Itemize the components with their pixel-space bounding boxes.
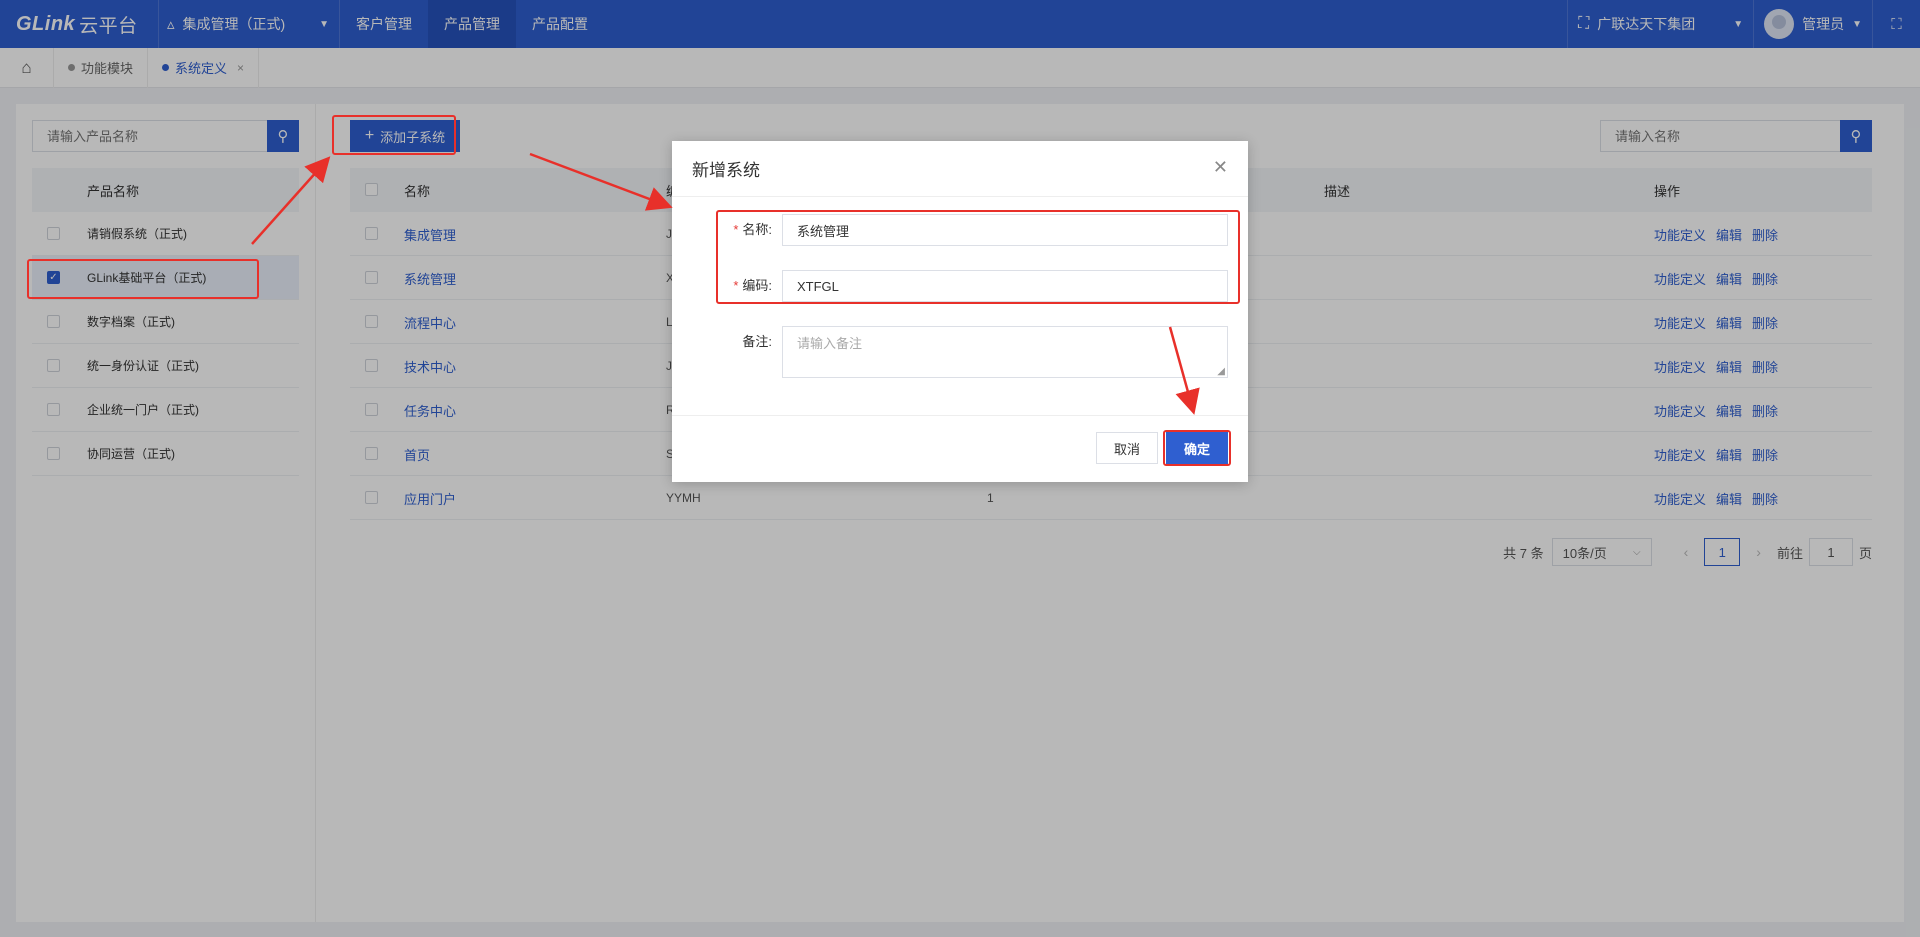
arrow-to-add-button <box>251 156 331 245</box>
annotation-arrows <box>251 152 1200 415</box>
arrow-to-confirm <box>1168 326 1200 415</box>
arrow-to-dialog <box>529 152 673 211</box>
